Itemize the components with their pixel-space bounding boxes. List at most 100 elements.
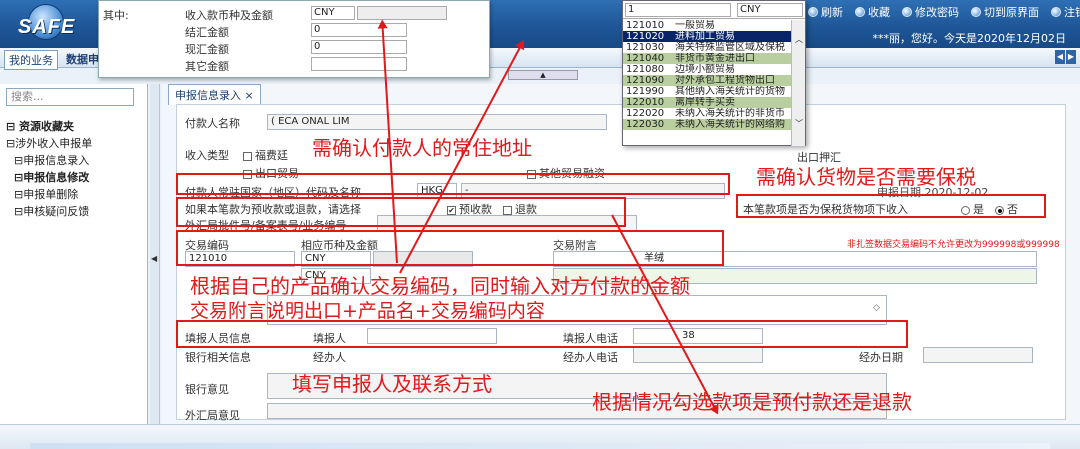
bottom-strip <box>30 443 1050 449</box>
sidebar-item-modify[interactable]: ⊟申报信息修改 <box>6 169 92 186</box>
panel-row-label: 其它金额 <box>185 60 229 73</box>
change-password-link[interactable]: 修改密码 <box>902 4 959 20</box>
amount-detail-panel: 其中: 收入款币种及金额 CNY 结汇金额 0 现汇金额 0 其它金额 <box>98 0 490 78</box>
sidebar-item-entry[interactable]: ⊟申报信息录入 <box>6 152 92 169</box>
code: 121080 <box>626 64 665 75</box>
handle-date-field[interactable] <box>923 347 1033 363</box>
scroll-icon[interactable]: ◇ <box>873 303 880 313</box>
nav-tree: ⊟ 资源收藏夹 ⊟涉外收入申报单 ⊟申报信息录入 ⊟申报信息修改 ⊟申报单删除 … <box>6 118 92 220</box>
tab-declare-entry[interactable]: 申报信息录入 × <box>168 84 261 105</box>
payer-name-field[interactable]: ( ECA ONAL LIM <box>267 114 607 130</box>
receipt-type-label: 收入类型 <box>185 149 229 162</box>
code: 121020 <box>626 31 665 42</box>
code: 121010 <box>626 20 665 31</box>
code: 121090 <box>626 75 665 86</box>
list-item[interactable]: 121080 边境小额贸易 <box>623 64 793 75</box>
annotation-text-country: 需确认付款人的常住地址 <box>312 136 532 160</box>
code-name: 对外承包工程货物出口 <box>675 75 775 86</box>
panel-other-field[interactable] <box>311 57 407 71</box>
list-item[interactable]: 121010 一般贸易 <box>623 20 793 31</box>
code-name: 其他纳入海关统计的货物 <box>675 86 785 97</box>
panel-row-label: 现汇金额 <box>185 43 229 56</box>
dropdown-currency[interactable]: CNY <box>737 3 803 17</box>
panel-row-label: 结汇金额 <box>185 26 229 39</box>
collapse-arrow-icon[interactable]: ▲ <box>508 70 578 80</box>
panel-spot-field[interactable]: 0 <box>311 40 407 54</box>
list-item[interactable]: 121090 对外承包工程货物出口 <box>623 75 793 86</box>
search-input[interactable]: 搜索... <box>6 88 134 106</box>
bank-opinion-label: 银行意见 <box>185 383 229 396</box>
list-item[interactable]: 122020 未纳入海关统计的非货币 <box>623 108 793 119</box>
handler-phone-field[interactable] <box>633 347 763 363</box>
switch-ui-link[interactable]: 切到原界面 <box>971 4 1039 20</box>
switch-icon <box>971 7 981 17</box>
safe-logo: SAFE <box>14 4 92 44</box>
panel-left-label: 其中: <box>103 9 129 22</box>
code: 122010 <box>626 97 665 108</box>
checkbox-label: 福费廷 <box>255 149 288 162</box>
greeting-text: ***丽，您好。今天是2020年12月02日 <box>872 32 1067 45</box>
code-name: 离岸转手买卖 <box>675 97 735 108</box>
close-icon[interactable]: × <box>245 89 254 102</box>
chevron-up-icon[interactable]: ︿ <box>795 34 803 45</box>
annotation-box-txn <box>176 230 724 266</box>
sidebar: 搜索... ⊟ 资源收藏夹 ⊟涉外收入申报单 ⊟申报信息录入 ⊟申报信息修改 ⊟… <box>0 84 148 424</box>
code: 121990 <box>626 86 665 97</box>
sidebar-item-delete[interactable]: ⊟申报单删除 <box>6 186 92 203</box>
sidebar-item-feedback[interactable]: ⊟申核疑问反馈 <box>6 203 92 220</box>
code: 122030 <box>626 119 665 130</box>
code: 121040 <box>626 53 665 64</box>
bank-info-label: 银行相关信息 <box>185 351 251 364</box>
refresh-link[interactable]: 刷新 <box>808 4 843 20</box>
nav-left-icon[interactable]: ◀ <box>1055 50 1065 64</box>
code-name: 边境小额贸易 <box>675 64 735 75</box>
annotation-box-bonded <box>736 194 1046 218</box>
code-name: 未纳入海关统计的网络购 <box>675 119 785 130</box>
annotation-text-declarer: 填写申报人及联系方式 <box>292 372 492 396</box>
dropdown-scrollbar[interactable]: ︿ ﹀ <box>791 20 805 146</box>
code: 122020 <box>626 108 665 119</box>
sidebar-item-favorites[interactable]: ⊟ 资源收藏夹 <box>6 118 92 135</box>
list-item[interactable]: 122030 未纳入海关统计的网络购 <box>623 119 793 130</box>
annotation-text-refund: 根据情况勾选款项是预付款还是退款 <box>592 390 912 414</box>
chevron-down-icon[interactable]: ﹀ <box>795 118 803 129</box>
refresh-icon <box>808 7 818 17</box>
code-name: 一般贸易 <box>675 20 715 31</box>
nav-arrows: ◀ ▶ <box>1055 50 1076 64</box>
safe-opinion-label: 外汇局意见 <box>185 409 240 422</box>
panel-row-label: 收入款币种及金额 <box>185 9 273 22</box>
code-name: 海关特殊监管区域及保税 <box>675 42 785 53</box>
panel-amount-field[interactable] <box>357 6 447 20</box>
top-links: 刷新 收藏 修改密码 切到原界面 注销 <box>808 4 1080 20</box>
txn-code-warning: 非扎签数据交易编码不允许更改为999998或999998 <box>847 240 1060 250</box>
dropdown-input[interactable]: 1 <box>625 3 731 17</box>
code: 121030 <box>626 42 665 53</box>
list-item-selected[interactable]: 121020 进料加工贸易 <box>623 31 793 42</box>
collapse-left-icon[interactable]: ◀ <box>151 254 157 263</box>
annotation-text-bonded: 需确认货物是否需要保税 <box>756 165 976 189</box>
favorite-icon <box>855 7 865 17</box>
list-item[interactable]: 122010 离岸转手买卖 <box>623 97 793 108</box>
list-item[interactable]: 121990 其他纳入海关统计的货物 <box>623 86 793 97</box>
tab-my-business[interactable]: 我的业务 <box>4 50 58 70</box>
logout-link[interactable]: 注销 <box>1051 4 1080 20</box>
list-item[interactable]: 121040 非货币黄金进出口 <box>623 53 793 64</box>
nav-right-icon[interactable]: ▶ <box>1066 50 1076 64</box>
dropdown-head: 1 CNY <box>623 1 805 19</box>
sidebar-item-income-form[interactable]: ⊟涉外收入申报单 <box>6 135 92 152</box>
handler-phone-label: 经办人电话 <box>563 351 618 364</box>
annotation-box-declarer <box>176 320 908 348</box>
code-name: 未纳入海关统计的非货币 <box>675 108 785 119</box>
checkbox[interactable] <box>243 151 252 161</box>
txn-code-dropdown[interactable]: 1 CNY 121010 一般贸易 121020 进料加工贸易 121030 海关特殊… <box>622 0 806 146</box>
sidebar-splitter[interactable]: ◀ <box>150 84 160 424</box>
handle-date-label: 经办日期 <box>859 351 903 364</box>
favorite-link[interactable]: 收藏 <box>855 4 890 20</box>
panel-currency-field[interactable]: CNY <box>311 6 355 20</box>
tab-data-declare[interactable]: 数据申 <box>62 50 103 68</box>
dropdown-rows: 121010 一般贸易 121020 进料加工贸易 121030 海关特殊监管区域及保… <box>623 20 793 146</box>
list-item[interactable]: 121030 海关特殊监管区域及保税 <box>623 42 793 53</box>
panel-settle-field[interactable]: 0 <box>311 23 407 37</box>
receipt-type-fft[interactable]: 福费廷 <box>243 147 288 163</box>
annotation-text-txncode: 根据自己的产品确认交易编码，同时输入对方付款的金额 <box>190 274 690 298</box>
